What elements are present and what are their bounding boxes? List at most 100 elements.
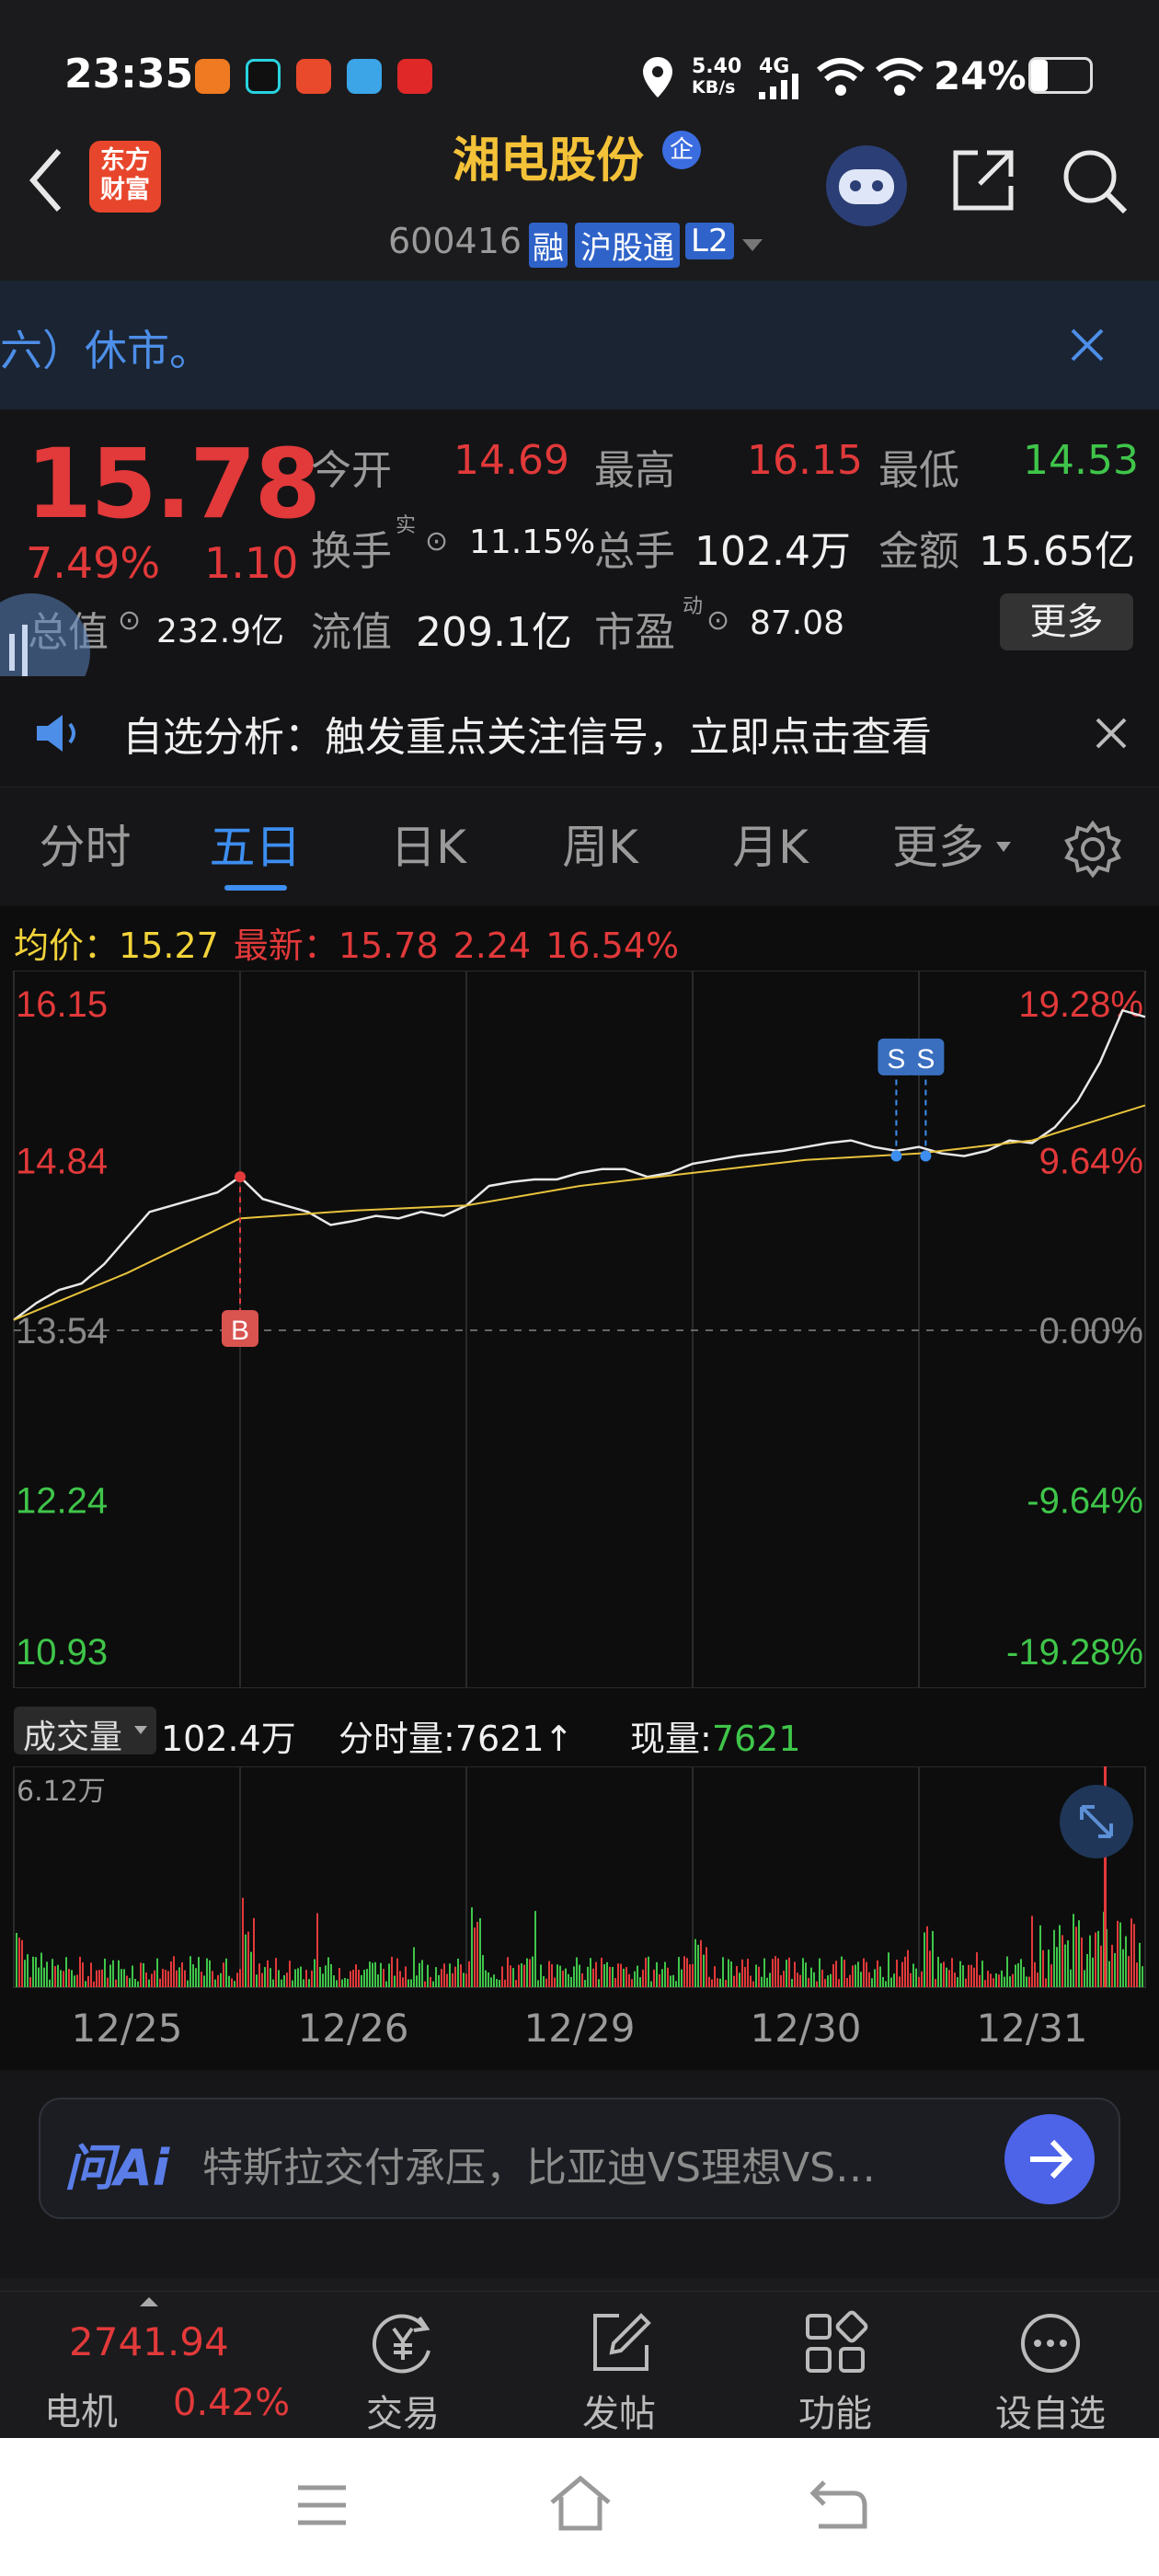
sell-marker-label: S (887, 1044, 905, 1075)
volume-bar (871, 1978, 873, 1987)
menu-icon[interactable] (294, 2482, 350, 2528)
volume-bar (187, 1980, 189, 1987)
volume-bar (438, 1974, 440, 1987)
volume-bar (634, 1971, 636, 1987)
info-circle-icon-2[interactable]: ⊙ (118, 604, 141, 637)
volume-bar (283, 1975, 285, 1987)
volume-bar (435, 1967, 437, 1987)
volume-bar (457, 1958, 459, 1987)
grid-function-icon (806, 2310, 868, 2373)
volume-bar (998, 1974, 1000, 1987)
volume-bar (38, 1967, 40, 1987)
index-name[interactable]: 电机 (44, 2382, 118, 2435)
info-circle-icon-3[interactable]: ⊙ (706, 604, 729, 637)
volume-bar (728, 1959, 729, 1987)
wifi-icon (817, 58, 865, 96)
index-value[interactable]: 2741.94 (69, 2319, 229, 2364)
volume-bar (424, 1981, 426, 1987)
volume-bar (170, 1961, 172, 1987)
nav-add-watchlist[interactable]: 设自选 (968, 2292, 1133, 2439)
ai-input-bar[interactable]: 问Ai 特斯拉交付承压，比亚迪VS理想VS… (39, 2098, 1120, 2219)
volume-bar (719, 1978, 721, 1987)
volume-bar (832, 1963, 834, 1987)
volume-bar (730, 1961, 732, 1987)
volume-bar (1061, 1935, 1063, 1987)
trade-yen-icon (372, 2314, 430, 2374)
volume-bar (827, 1975, 829, 1987)
volume-bar (692, 1963, 694, 1987)
volume-bar (1122, 1949, 1124, 1987)
volume-bar (1031, 1915, 1033, 1987)
gear-icon[interactable] (1063, 820, 1122, 879)
volume-bar (416, 1975, 418, 1987)
search-icon[interactable] (1061, 147, 1129, 215)
stock-name[interactable]: 湘电股份 (453, 121, 644, 190)
current-volume: 现量:7621 (630, 1710, 801, 1761)
volume-bar (672, 1974, 674, 1987)
info-circle-icon[interactable]: ⊙ (425, 525, 448, 558)
volume-bar (311, 1970, 313, 1987)
nav-function[interactable]: 功能 (752, 2292, 918, 2439)
back-icon[interactable] (809, 2478, 868, 2530)
nav-function-label: 功能 (798, 2393, 872, 2435)
expand-button[interactable] (1060, 1785, 1133, 1858)
volume-selector[interactable]: 成交量 (14, 1707, 156, 1756)
volume-bar (385, 1981, 387, 1987)
back-arrow-icon[interactable] (26, 145, 66, 215)
volume-bar (402, 1977, 404, 1987)
close-icon[interactable] (1069, 327, 1106, 363)
pe-sup: 动 (683, 595, 704, 618)
signal-banner[interactable]: 自选分析：触发重点关注信号，立即点击查看 (0, 676, 1159, 787)
eastmoney-logo[interactable]: 东方 财富 (89, 141, 161, 213)
tab-weekly-k[interactable]: 周K (524, 788, 676, 907)
close-icon-2[interactable] (1095, 717, 1128, 750)
volume-bar (60, 1970, 62, 1987)
volume-bar (736, 1965, 738, 1987)
volume-bar (250, 1951, 252, 1987)
volume-bar (1034, 1961, 1036, 1987)
share-icon[interactable] (950, 147, 1016, 213)
average-price-line (13, 1104, 1146, 1321)
signal-text: 自选分析：触发重点关注信号，立即点击查看 (122, 714, 932, 761)
volume-chart[interactable] (0, 1766, 1159, 2001)
more-dots-icon (1021, 2314, 1080, 2373)
tab-monthly-k[interactable]: 月K (694, 788, 846, 907)
volume-bar (1056, 1947, 1058, 1987)
x-axis-labels: 12/25 12/26 12/29 12/30 12/31 (0, 2006, 1159, 2061)
volume-bar (178, 1967, 180, 1987)
volume-bar (123, 1969, 125, 1987)
volume-bar (319, 1967, 321, 1987)
volume-selector-label: 成交量 (23, 1719, 123, 1756)
volume-bar (534, 1911, 536, 1987)
ai-robot-avatar[interactable] (826, 145, 907, 226)
x-axis-label: 12/30 (750, 2006, 862, 2051)
volume-bar (43, 1967, 45, 1987)
more-button[interactable]: 更多 (1000, 593, 1133, 650)
volume-bar (165, 1970, 166, 1987)
ai-send-button[interactable] (1004, 2114, 1095, 2204)
nav-trade[interactable]: 交易 (320, 2292, 486, 2439)
volume-bar (1006, 1956, 1008, 1987)
tab-intraday[interactable]: 分时 (9, 788, 161, 907)
tab-daily-k[interactable]: 日K (352, 788, 504, 907)
volume-bar (479, 1918, 481, 1987)
volume-bar (843, 1960, 845, 1987)
price-chart[interactable]: 16.15 14.84 13.54 12.24 10.93 19.28% 9.64% 0.00… (0, 971, 1159, 1688)
volume-bar (717, 1978, 718, 1987)
volume-bar (510, 1965, 511, 1987)
volume-bar (940, 1962, 942, 1987)
tab-more[interactable]: 更多 (878, 788, 998, 907)
volume-bar (1125, 1936, 1127, 1987)
volume-bar (568, 1973, 569, 1987)
pe-label: 市盈 (594, 609, 675, 656)
chevron-down-icon[interactable] (740, 237, 764, 254)
volume-bar (888, 1952, 889, 1987)
notice-marquee[interactable]: 六）休市。 (0, 281, 1159, 409)
volume-bar (821, 1969, 823, 1987)
volume-bar (515, 1980, 517, 1987)
nav-post[interactable]: 发帖 (536, 2292, 702, 2439)
tick-volume-value: 7621 (454, 1719, 545, 1759)
home-icon[interactable] (548, 2475, 613, 2532)
tick-volume-label: 分时量: (339, 1719, 455, 1759)
volume-bar (1042, 1949, 1044, 1987)
